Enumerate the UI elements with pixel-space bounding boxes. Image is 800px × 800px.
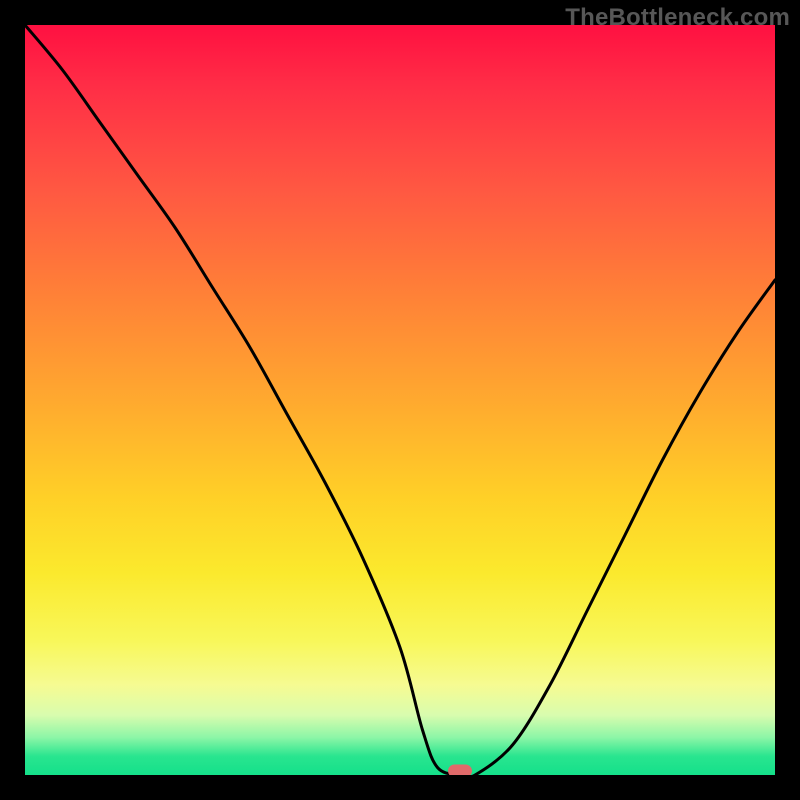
watermark-text: TheBottleneck.com — [565, 4, 790, 32]
bottleneck-curve — [25, 25, 775, 775]
plot-area — [25, 25, 775, 775]
chart-frame: TheBottleneck.com — [0, 0, 800, 800]
optimal-point-marker — [448, 765, 472, 776]
